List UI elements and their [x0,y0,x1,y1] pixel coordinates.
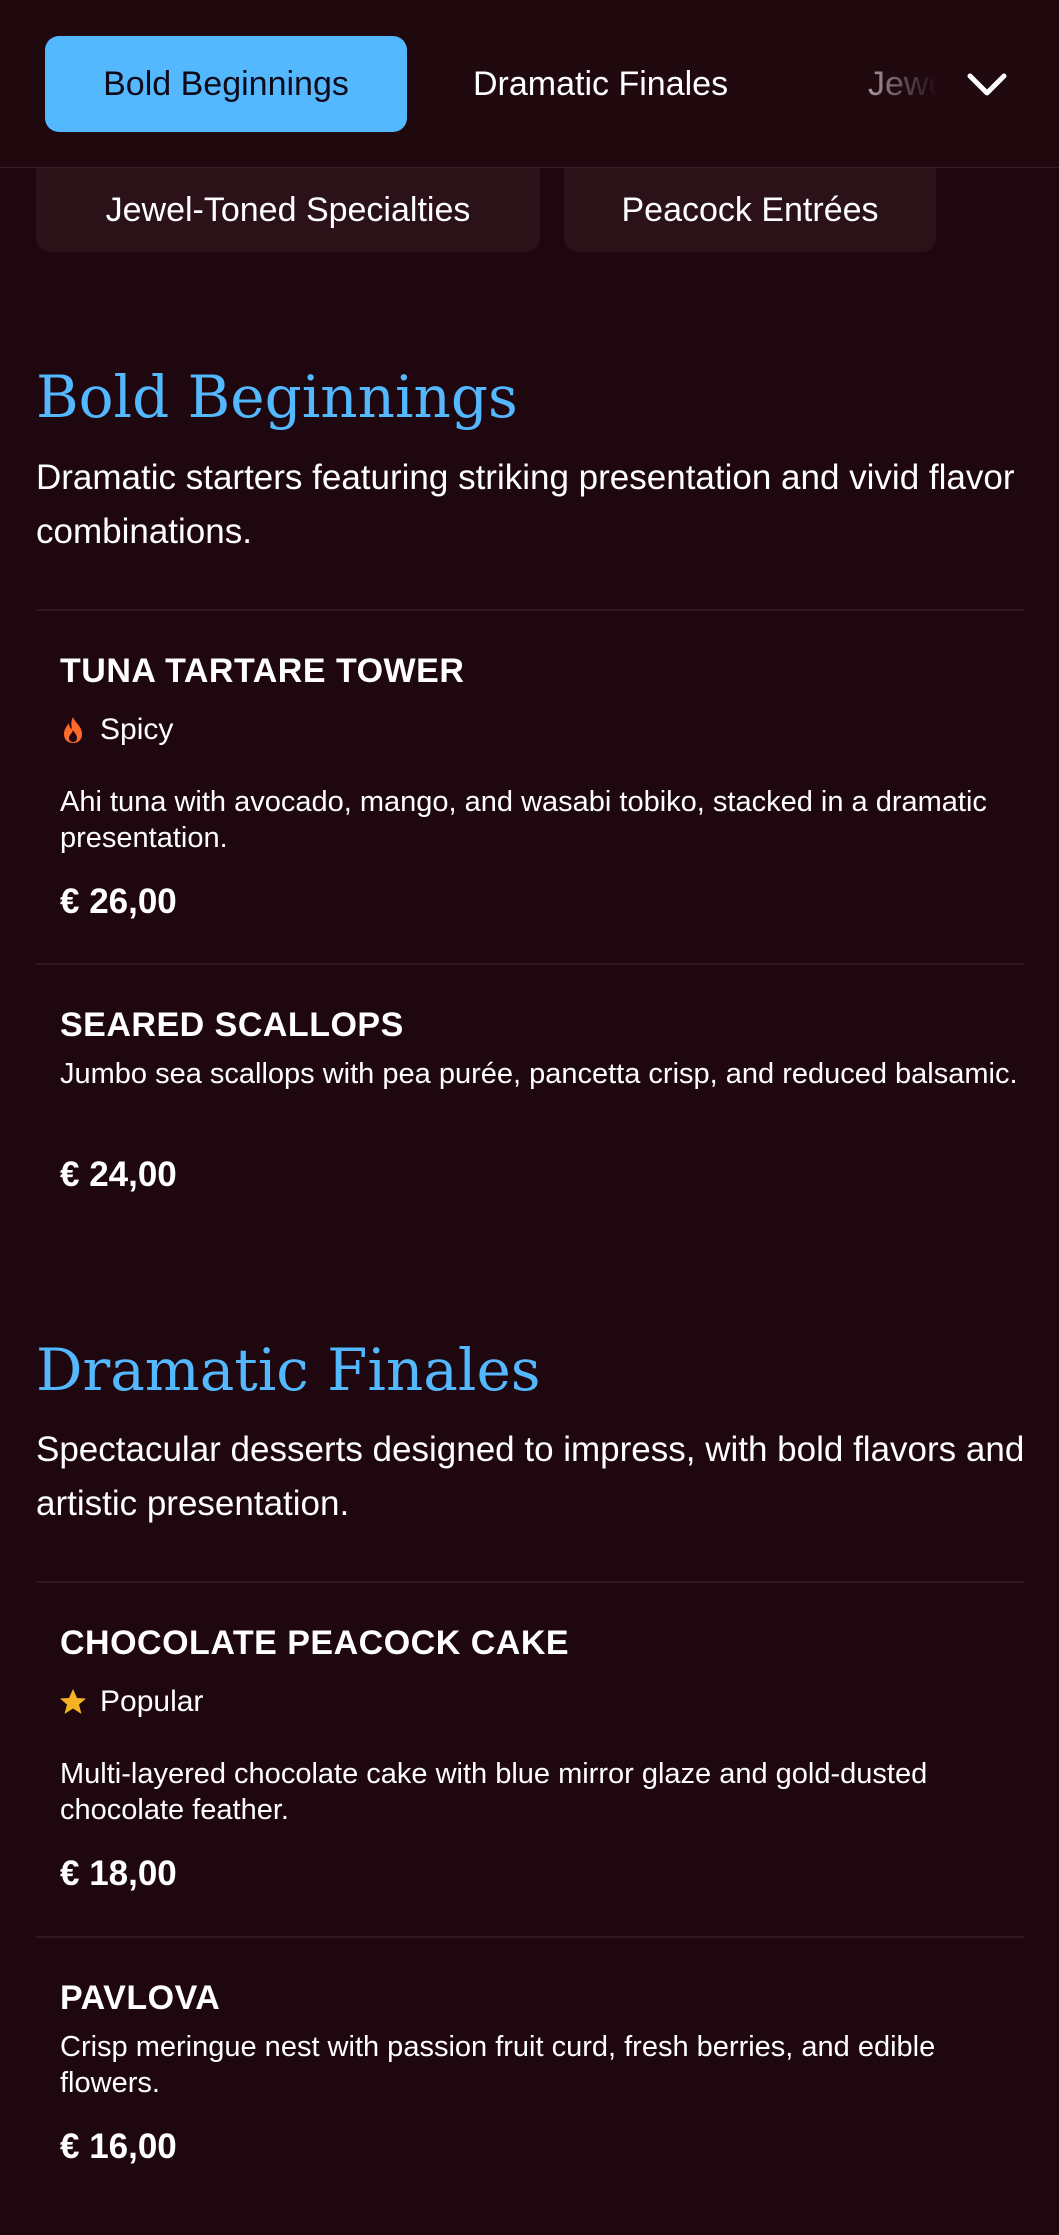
menu-item-price: € 16,00 [60,2127,177,2166]
divider [36,1581,1024,1583]
tab-peacock-entrees[interactable]: Peacock Entrées [564,168,936,252]
popular-badge: Popular [58,1685,203,1719]
tab-dramatic-finales[interactable]: Dramatic Finales [473,36,728,132]
section-description: Spectacular desserts designed to impress… [36,1430,1025,1523]
star-icon [60,1689,86,1714]
menu-item-description: Ahi tuna with avocado, mango, and wasabi… [60,786,987,854]
menu-item-name: CHOCOLATE PEACOCK CAKE [60,1624,570,1662]
category-nav: Bold Beginnings Dramatic Finales Jewel-T… [0,0,1059,168]
section-description: Dramatic starters featuring striking pre… [36,458,1015,551]
section-title-bold-beginnings: Bold Beginnings [36,363,518,431]
divider [36,1936,1024,1938]
divider [36,963,1024,965]
section-title-dramatic-finales: Dramatic Finales [36,1336,541,1404]
spicy-badge: Spicy [58,713,173,747]
flame-icon [64,717,82,743]
menu-item-description: Crisp meringue nest with passion fruit c… [60,2031,936,2099]
divider [36,609,1024,611]
badge-label: Popular [100,1685,204,1718]
tab-bold-beginnings[interactable]: Bold Beginnings [45,36,407,132]
tab-jewel-toned-specialties[interactable]: Jewel-Toned Specialties [868,36,938,132]
menu-item-name: PAVLOVA [60,1979,221,2017]
badge-label: Spicy [100,713,174,746]
tab-jewel-toned-specialties-expanded[interactable]: Jewel-Toned Specialties [36,168,540,252]
menu-item-price: € 18,00 [60,1854,177,1893]
menu-item-price: € 24,00 [60,1155,177,1194]
menu-item-price: € 26,00 [60,882,177,921]
chevron-down-icon[interactable] [962,60,1012,110]
menu-item-name: TUNA TARTARE TOWER [60,652,465,690]
menu-item-description: Jumbo sea scallops with pea purée, pance… [60,1058,1018,1090]
menu-item-name: SEARED SCALLOPS [60,1006,404,1044]
menu-item-description: Multi-layered chocolate cake with blue m… [60,1758,928,1826]
